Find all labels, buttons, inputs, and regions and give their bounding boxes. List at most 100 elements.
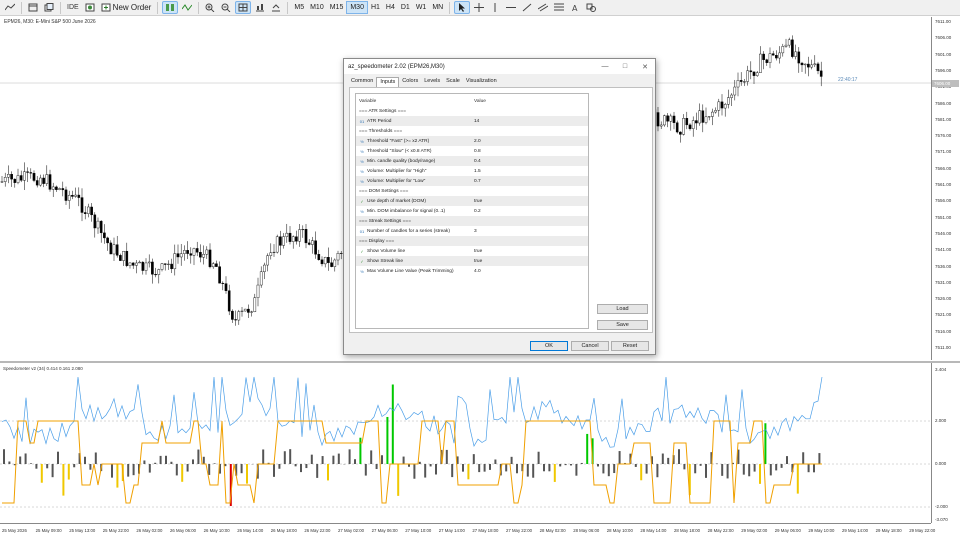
histogram-bar: [337, 453, 340, 464]
timeframe-m30[interactable]: M30: [346, 1, 368, 14]
param-row[interactable]: ½ Volume: Multiplier for "Low" 0.7: [356, 176, 588, 186]
candle-body: [259, 271, 263, 286]
param-row[interactable]: 01 Number of candles for a series (streak…: [356, 226, 588, 236]
autoscroll-icon[interactable]: [269, 1, 283, 14]
toolbar-separator: [287, 1, 289, 14]
templates-icon[interactable]: [26, 1, 40, 14]
tab-common[interactable]: Common: [348, 77, 376, 87]
horizontal-line-icon[interactable]: [504, 1, 518, 14]
histogram-bar: [818, 453, 821, 464]
histogram-bar: [24, 453, 27, 464]
param-row[interactable]: === Display ===: [356, 236, 588, 246]
chart-shift-icon[interactable]: [253, 1, 267, 14]
text-tool-icon[interactable]: A: [568, 1, 582, 14]
param-row[interactable]: ✓ Show Streak line true: [356, 256, 588, 266]
histogram-bar: [494, 459, 497, 464]
price-label: 7536.00: [935, 263, 952, 269]
load-button[interactable]: Load: [597, 304, 648, 314]
candle-body: [685, 118, 689, 126]
param-row[interactable]: ✓ Use depth of market (DOM) true: [356, 196, 588, 206]
candle-body: [195, 248, 199, 253]
profiles-icon[interactable]: [42, 1, 56, 14]
close-icon[interactable]: ✕: [635, 59, 655, 74]
crosshair-icon[interactable]: [472, 1, 486, 14]
vertical-line-icon[interactable]: [488, 1, 502, 14]
price-axis[interactable]: 7611.007606.007601.007596.007591.007586.…: [931, 17, 960, 360]
param-value[interactable]: true: [474, 249, 482, 254]
param-row[interactable]: ½ Min. DOM imbalance for signal (0..1) 0.2: [356, 206, 588, 216]
histogram-bar: [159, 455, 162, 464]
dialog-titlebar[interactable]: az_speedometer 2.02 (EPM26,M30) — □ ✕: [344, 59, 655, 74]
param-value[interactable]: 0.8: [474, 149, 481, 154]
candle-body: [288, 232, 292, 242]
zoom-in-icon[interactable]: [203, 1, 217, 14]
param-value[interactable]: 0.2: [474, 209, 481, 214]
timeframe-m10[interactable]: M10: [307, 1, 327, 14]
indicator-chart[interactable]: [0, 363, 960, 523]
tab-scale[interactable]: Scale: [443, 77, 463, 87]
tab-levels[interactable]: Levels: [421, 77, 443, 87]
zoom-out-icon[interactable]: [219, 1, 233, 14]
param-row[interactable]: ½ Threshold "Slow" (< x0.8 ATR) 0.8: [356, 146, 588, 156]
fibonacci-icon[interactable]: [552, 1, 566, 14]
param-value[interactable]: true: [474, 199, 482, 204]
param-value[interactable]: 14: [474, 119, 479, 124]
signals-icon[interactable]: [180, 1, 194, 14]
cancel-button[interactable]: Cancel: [571, 341, 609, 351]
shapes-icon[interactable]: [584, 1, 598, 14]
timeframe-d1[interactable]: D1: [398, 1, 413, 14]
param-row[interactable]: === Thresholds ===: [356, 126, 588, 136]
candle-body: [819, 70, 823, 77]
channel-icon[interactable]: [536, 1, 550, 14]
timeframe-h1[interactable]: H1: [368, 1, 383, 14]
candle-body: [730, 94, 733, 98]
param-row[interactable]: ½ Threshold "Fast" (>= x2 ATR) 2.0: [356, 136, 588, 146]
param-row[interactable]: 01 ATR Period 14: [356, 116, 588, 126]
ok-button[interactable]: OK: [530, 341, 568, 351]
candle-body: [768, 53, 772, 63]
param-value[interactable]: 0.7: [474, 179, 481, 184]
trendline-icon[interactable]: [520, 1, 534, 14]
candle-body: [787, 39, 791, 46]
chart-type-icon[interactable]: [3, 1, 17, 14]
column-header-variable: Variable: [359, 98, 377, 104]
tile-windows-icon[interactable]: [235, 1, 252, 14]
param-value[interactable]: 4.0: [474, 269, 481, 274]
param-row[interactable]: === ATR Settings ===: [356, 106, 588, 116]
param-value[interactable]: 1.5: [474, 169, 481, 174]
ide-button[interactable]: IDE: [65, 1, 81, 14]
candle-body: [32, 172, 36, 181]
param-row[interactable]: ✓ Show Volume line true: [356, 246, 588, 256]
algo-trading-icon[interactable]: [83, 1, 97, 14]
param-row[interactable]: ½ Volume: Multiplier for "High" 1.5: [356, 166, 588, 176]
histogram-bar: [694, 464, 697, 474]
time-axis[interactable]: 25 May 2026 25 May 09:00 25 May 13:00 25 Ma…: [0, 523, 935, 537]
timeframe-h4[interactable]: H4: [383, 1, 398, 14]
param-value[interactable]: 3: [474, 229, 477, 234]
market-depth-icon[interactable]: [162, 1, 179, 14]
param-value[interactable]: 2.0: [474, 139, 481, 144]
param-row[interactable]: ½ Max Volume Line Value (Peak Trimming) 4.…: [356, 266, 588, 276]
cursor-icon[interactable]: [454, 1, 471, 14]
time-label: 28 May 14:00: [640, 528, 667, 533]
timeframe-mn[interactable]: MN: [429, 1, 446, 14]
param-row[interactable]: === DOM Settings ===: [356, 186, 588, 196]
new-order-button[interactable]: New Order: [98, 3, 155, 12]
maximize-icon[interactable]: □: [615, 59, 635, 74]
param-value[interactable]: 0.4: [474, 159, 481, 164]
param-row[interactable]: === Streak Settings ===: [356, 216, 588, 226]
tab-visualization[interactable]: Visualization: [463, 77, 500, 87]
minimize-icon[interactable]: —: [595, 59, 615, 74]
reset-button[interactable]: Reset: [611, 341, 649, 351]
timeframe-m15[interactable]: M15: [327, 1, 347, 14]
indicator-axis[interactable]: 3.404 2.000 0.000 -2.000 -3.070: [931, 363, 960, 523]
save-button[interactable]: Save: [597, 320, 648, 330]
histogram-bar: [505, 464, 508, 472]
param-value[interactable]: true: [474, 259, 482, 264]
param-row[interactable]: ½ Min. candle quality (body/range) 0.4: [356, 156, 588, 166]
timeframe-m5[interactable]: M5: [291, 1, 307, 14]
parameters-table[interactable]: Variable Value === ATR Settings === 01 ATR…: [355, 93, 589, 329]
tab-inputs[interactable]: Inputs: [376, 77, 400, 87]
tab-colors[interactable]: Colors: [399, 77, 421, 87]
timeframe-w1[interactable]: W1: [413, 1, 430, 14]
